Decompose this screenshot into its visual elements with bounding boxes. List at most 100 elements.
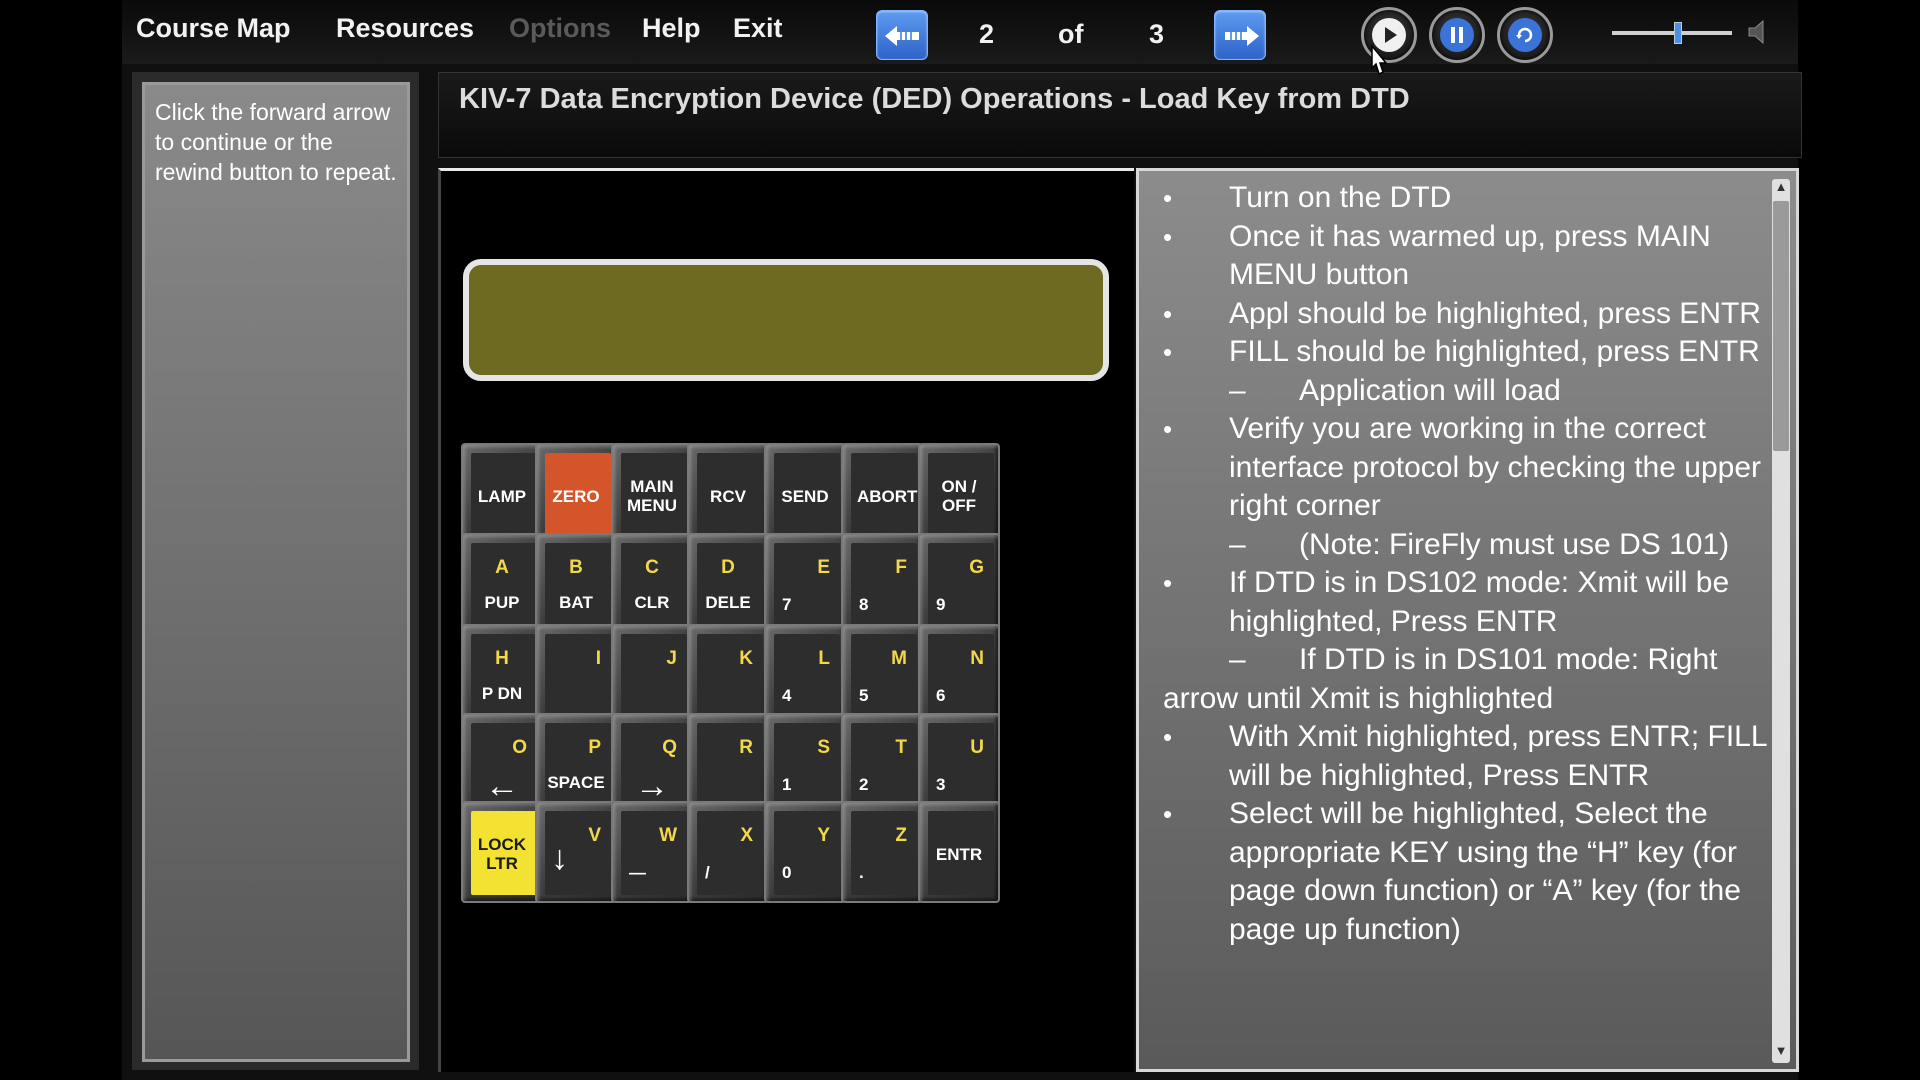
procedure-step: With Xmit highlighted, press ENTR; FILL … — [1163, 718, 1773, 795]
arrow-left-icon — [885, 23, 921, 49]
key-face — [471, 634, 537, 718]
key-abort[interactable]: ABORT — [841, 443, 923, 545]
key-f[interactable]: F8 — [841, 533, 923, 635]
step-text: Appl should be highlighted, press ENTR — [1229, 297, 1761, 330]
key-zero[interactable]: ZERO — [535, 443, 617, 545]
key-p[interactable]: PSPACE — [535, 713, 617, 815]
key-sublabel: 9 — [936, 595, 945, 615]
key-sublabel: P DN — [463, 684, 541, 704]
procedure-scrollbar[interactable]: ▲ ▼ — [1772, 179, 1790, 1063]
key-letter: U — [970, 737, 984, 759]
app-window: Course Map Resources Options Help Exit 2… — [122, 0, 1798, 1080]
key-o[interactable]: O← — [461, 713, 543, 815]
key-u[interactable]: U3 — [918, 713, 1000, 815]
scroll-up-arrow-icon[interactable]: ▲ — [1772, 179, 1790, 199]
menu-resources[interactable]: Resources — [336, 13, 474, 44]
key-letter: X — [740, 825, 753, 847]
key-letter: N — [970, 648, 984, 670]
key-on-off[interactable]: ON / OFF — [918, 443, 1000, 545]
key-face — [621, 543, 687, 627]
key-label: ON / OFF — [920, 477, 998, 515]
replay-button[interactable] — [1497, 7, 1553, 63]
menu-course-map[interactable]: Course Map — [136, 13, 291, 44]
key-sublabel: 5 — [859, 686, 868, 706]
key-i[interactable]: I — [535, 624, 617, 726]
scrollbar-thumb[interactable] — [1773, 201, 1789, 451]
title-bar: KIV-7 Data Encryption Device (DED) Opera… — [438, 72, 1802, 158]
key-letter: I — [596, 648, 601, 670]
key-letter: J — [666, 648, 677, 670]
speaker-icon[interactable] — [1747, 18, 1767, 51]
key-z[interactable]: Z. — [841, 801, 923, 903]
key-face — [621, 634, 687, 718]
key-letter: E — [817, 557, 830, 579]
key-y[interactable]: Y0 — [764, 801, 846, 903]
step-text: If DTD is in DS102 mode: Xmit will be hi… — [1229, 566, 1729, 638]
menu-exit[interactable]: Exit — [733, 13, 783, 44]
procedure-step: Verify you are working in the correct in… — [1163, 410, 1773, 526]
key-label: RCV — [689, 487, 767, 506]
key-letter: P — [588, 737, 601, 759]
device-lcd-display — [463, 259, 1109, 381]
key-e[interactable]: E7 — [764, 533, 846, 635]
key-n[interactable]: N6 — [918, 624, 1000, 726]
key-j[interactable]: J — [611, 624, 693, 726]
key-sublabel: — — [629, 863, 646, 883]
key-c[interactable]: CCLR — [611, 533, 693, 635]
key-x[interactable]: X/ — [687, 801, 769, 903]
key-face — [697, 634, 763, 718]
key-send[interactable]: SEND — [764, 443, 846, 545]
step-text: Turn on the DTD — [1229, 181, 1451, 214]
key-sublabel: BAT — [537, 593, 615, 613]
procedure-substep: –Application will load — [1163, 372, 1773, 411]
procedure-panel: Turn on the DTD Once it has warmed up, pr… — [1136, 168, 1799, 1072]
key-h[interactable]: H P DN — [461, 624, 543, 726]
dtd-device-panel: LAMPZEROMAIN MENURCVSENDABORTON / OFF APU… — [438, 168, 1134, 1072]
key-face — [545, 723, 611, 807]
menu-options[interactable]: Options — [509, 13, 611, 44]
key-letter: C — [613, 557, 691, 579]
key-entr[interactable]: ENTR — [918, 801, 1000, 903]
key-face — [697, 723, 763, 807]
key-v[interactable]: V↓ — [535, 801, 617, 903]
dash-marker: – — [1229, 372, 1299, 411]
scroll-down-arrow-icon[interactable]: ▼ — [1772, 1043, 1790, 1063]
key-lock-ltr[interactable]: LOCK LTR — [461, 801, 543, 903]
key-t[interactable]: T2 — [841, 713, 923, 815]
key-letter: H — [463, 648, 541, 670]
key-a[interactable]: APUP — [461, 533, 543, 635]
procedure-step: Once it has warmed up, press MAIN MENU b… — [1163, 218, 1773, 295]
key-q[interactable]: Q→ — [611, 713, 693, 815]
key-l[interactable]: L4 — [764, 624, 846, 726]
key-sublabel: 3 — [936, 775, 945, 795]
key-k[interactable]: K — [687, 624, 769, 726]
key-w[interactable]: W— — [611, 801, 693, 903]
dash-marker: – — [1229, 641, 1299, 680]
key-label: SEND — [766, 487, 844, 506]
pause-button[interactable] — [1429, 7, 1485, 63]
key-d[interactable]: DDELE — [687, 533, 769, 635]
volume-slider-track[interactable] — [1612, 31, 1732, 35]
step-text: With Xmit highlighted, press ENTR; FILL … — [1229, 720, 1766, 792]
key-s[interactable]: S1 — [764, 713, 846, 815]
previous-page-button[interactable] — [876, 10, 928, 60]
key-m[interactable]: M5 — [841, 624, 923, 726]
total-page-number: 3 — [1149, 19, 1164, 50]
key-letter: B — [537, 557, 615, 579]
key-b[interactable]: B BAT — [535, 533, 617, 635]
key-sublabel: 6 — [936, 686, 945, 706]
key-letter: O — [512, 737, 527, 759]
key-lamp[interactable]: LAMP — [461, 443, 543, 545]
key-g[interactable]: G9 — [918, 533, 1000, 635]
page-title: KIV-7 Data Encryption Device (DED) Opera… — [459, 83, 1410, 116]
key-face — [471, 543, 537, 627]
key-sublabel: PUP — [463, 593, 541, 613]
menu-help[interactable]: Help — [642, 13, 701, 44]
key-r[interactable]: R — [687, 713, 769, 815]
volume-slider-handle[interactable] — [1674, 22, 1682, 44]
key-letter: W — [659, 825, 677, 847]
key-rcv[interactable]: RCV — [687, 443, 769, 545]
pause-icon — [1439, 17, 1475, 53]
key-main-menu[interactable]: MAIN MENU — [611, 443, 693, 545]
next-page-button[interactable] — [1214, 10, 1266, 60]
